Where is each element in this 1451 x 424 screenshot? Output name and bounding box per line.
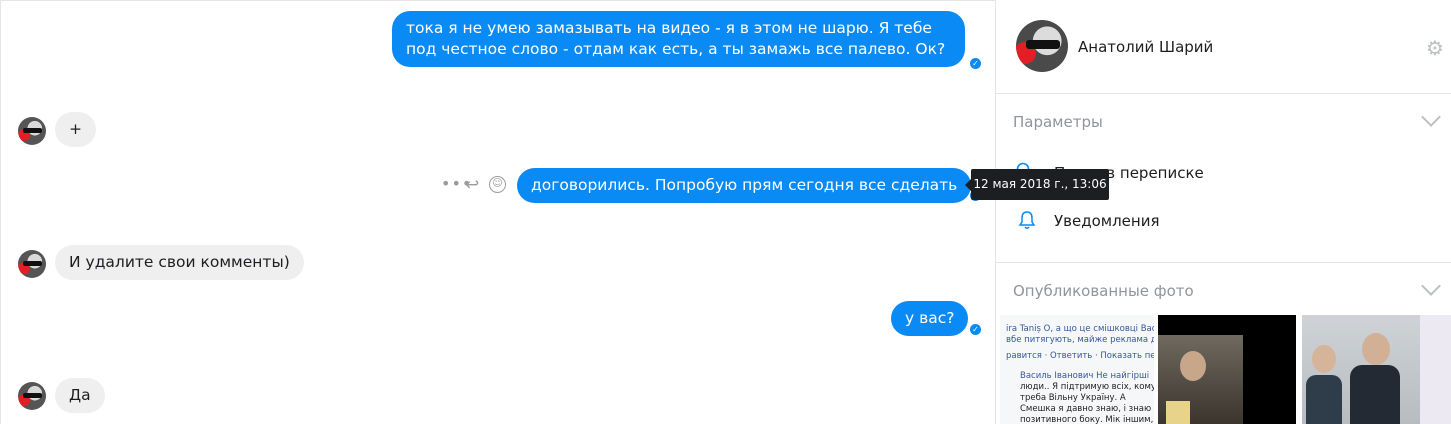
- seen-check-icon: ✓: [970, 324, 981, 335]
- thumb-text: треба Вільну Україну. А: [1020, 393, 1126, 403]
- message-text: договорились. Попробую прям сегодня все …: [531, 176, 958, 194]
- contact-header: Анатолий Шарий ⚙: [996, 0, 1451, 94]
- avatar[interactable]: [18, 117, 46, 145]
- message-bubble-outgoing[interactable]: договорились. Попробую прям сегодня все …: [517, 168, 972, 203]
- thumb-text: люди.. Я підтримую всіх, кому: [1020, 382, 1154, 392]
- options-section-title[interactable]: Параметры: [1013, 113, 1103, 131]
- thumb-text: вбе питягують, майже реклама до ВР: [1006, 335, 1154, 345]
- message-text: Да: [69, 386, 91, 404]
- thumb-text: равится · Ответить · Показать перевод: [1006, 351, 1154, 361]
- photo-thumbnail[interactable]: [1302, 315, 1451, 424]
- gear-icon[interactable]: ⚙: [1426, 38, 1446, 58]
- message-bubble-incoming[interactable]: И удалите свои комменты): [55, 245, 304, 280]
- message-bubble-incoming[interactable]: +: [55, 112, 96, 147]
- message-text: тока я не умею замазывать на видео - я в…: [406, 19, 946, 58]
- divider: [996, 262, 1451, 263]
- conversation-pane: тока я не умею замазывать на видео - я в…: [0, 0, 1109, 424]
- reply-icon[interactable]: ↩: [465, 175, 479, 195]
- message-text: И удалите свои комменты): [69, 253, 290, 271]
- photo-thumbnail[interactable]: [1158, 315, 1296, 424]
- message-bubble-outgoing[interactable]: тока я не умею замазывать на видео - я в…: [392, 11, 965, 67]
- thumb-text: ira Taniș О, а що це смішковці Вас до: [1006, 324, 1154, 334]
- contact-avatar[interactable]: [1016, 20, 1068, 72]
- message-bubble-outgoing[interactable]: у вас?: [891, 301, 969, 336]
- photo-thumbnail[interactable]: ira Taniș О, а що це смішковці Вас до вб…: [1000, 315, 1154, 424]
- chevron-down-icon[interactable]: [1421, 107, 1441, 127]
- timestamp-tooltip: 12 мая 2018 г., 13:06: [965, 169, 1109, 200]
- photos-section-title[interactable]: Опубликованные фото: [1013, 282, 1194, 300]
- bell-icon: [1018, 210, 1036, 234]
- smile-icon[interactable]: ☺: [489, 176, 506, 193]
- chevron-down-icon[interactable]: [1421, 276, 1441, 296]
- message-text: у вас?: [905, 309, 955, 327]
- thumb-text: Смешка я давно знаю, і знаю з: [1020, 404, 1154, 414]
- avatar[interactable]: [18, 250, 46, 278]
- info-panel: Анатолий Шарий ⚙ Параметры Поиск в переп…: [995, 0, 1451, 424]
- message-actions: ••• ↩ ☺: [441, 174, 509, 196]
- message-bubble-incoming[interactable]: Да: [55, 378, 105, 413]
- contact-name[interactable]: Анатолий Шарий: [1078, 38, 1213, 56]
- thumb-text: позитивного боку. Мік іншим,: [1020, 415, 1154, 424]
- avatar[interactable]: [18, 382, 46, 410]
- seen-check-icon: ✓: [970, 58, 981, 69]
- thumb-text: Василь Іванович Не найгірші: [1020, 371, 1150, 381]
- messenger-window: тока я не умею замазывать на видео - я в…: [0, 0, 1451, 424]
- message-text: +: [69, 120, 82, 138]
- notifications-item[interactable]: Уведомления: [1054, 212, 1159, 230]
